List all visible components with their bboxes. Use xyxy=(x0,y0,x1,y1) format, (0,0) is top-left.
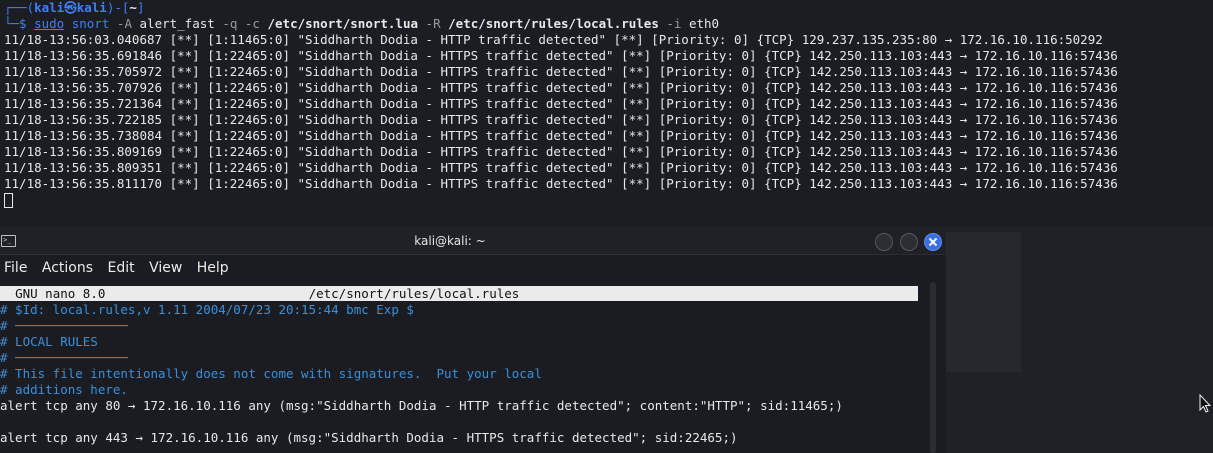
nano-header-bar: GNU nano 8.0 /etc/snort/rules/local.rule… xyxy=(0,286,918,301)
prompt-cwd: ~ xyxy=(129,0,137,15)
sudo-command: sudo xyxy=(34,16,65,31)
command-arg: /etc/snort/snort.lua xyxy=(267,16,419,31)
terminal-cursor xyxy=(4,193,13,208)
menu-actions[interactable]: Actions xyxy=(38,256,99,276)
prompt-line-1: ┌──(kali㉿kali)-[~] xyxy=(4,0,145,15)
menu-view[interactable]: View xyxy=(145,256,188,276)
minimize-button[interactable] xyxy=(875,233,893,251)
nano-rule-line: alert tcp any 80 → 172.16.10.116 any (ms… xyxy=(0,398,843,413)
nano-comment-line: # ─────────────── xyxy=(0,350,128,365)
nano-filename: /etc/snort/rules/local.rules xyxy=(308,286,520,301)
command-arg: alert_fast xyxy=(139,16,215,31)
nano-comment-line: # additions here. xyxy=(0,382,128,397)
alert-line: 11/18-13:56:35.811170 [**] [1:22465:0] "… xyxy=(4,176,1118,191)
snort-terminal[interactable]: ┌──(kali㉿kali)-[~] └─$ sudo snort -A ale… xyxy=(0,0,1213,226)
mouse-pointer-icon xyxy=(1199,394,1211,413)
menu-edit[interactable]: Edit xyxy=(103,256,140,276)
nano-terminal-window[interactable]: >_ kali@kali: ~ File Actions Edit View H… xyxy=(0,230,946,453)
command-arg: -A xyxy=(116,16,132,31)
alert-line: 11/18-13:56:35.691846 [**] [1:22465:0] "… xyxy=(4,48,1118,63)
alert-line: 11/18-13:56:35.707926 [**] [1:22465:0] "… xyxy=(4,80,1118,95)
window-title: kali@kali: ~ xyxy=(414,234,486,248)
nano-comment-line: # This file intentionally does not come … xyxy=(0,366,542,381)
background-panel xyxy=(940,232,1021,372)
terminal-cursor-line xyxy=(0,192,1213,208)
command-arg: eth0 xyxy=(688,16,720,31)
window-titlebar[interactable]: >_ kali@kali: ~ xyxy=(0,230,946,255)
snort-command: snort xyxy=(71,16,110,31)
nano-comment-line: # $Id: local.rules,v 1.11 2004/07/23 20:… xyxy=(0,302,414,317)
menu-help[interactable]: Help xyxy=(193,256,235,276)
prompt-user-host: kali㉿kali xyxy=(34,0,107,15)
nano-rule-line: alert tcp any 443 → 172.16.10.116 any (m… xyxy=(0,430,738,445)
nano-version: GNU nano 8.0 xyxy=(15,286,106,301)
nano-rule-line xyxy=(0,414,930,430)
nano-comment-line: # LOCAL RULES xyxy=(0,334,98,349)
command-line: └─$ sudo snort -A alert_fast -q -c /etc/… xyxy=(4,16,720,31)
alert-line: 11/18-13:56:35.705972 [**] [1:22465:0] "… xyxy=(4,64,1118,79)
command-arg: -c xyxy=(244,16,260,31)
menu-bar: File Actions Edit View Help xyxy=(0,256,946,282)
alert-line: 11/18-13:56:03.040687 [**] [1:11465:0] "… xyxy=(4,32,1103,47)
command-arg: -R xyxy=(425,16,441,31)
alert-line: 11/18-13:56:35.722185 [**] [1:22465:0] "… xyxy=(4,112,1118,127)
alert-line: 11/18-13:56:35.738084 [**] [1:22465:0] "… xyxy=(4,128,1118,143)
alert-line: 11/18-13:56:35.809351 [**] [1:22465:0] "… xyxy=(4,160,1118,175)
close-button[interactable] xyxy=(924,233,942,251)
menu-file[interactable]: File xyxy=(0,256,33,276)
command-args: -A alert_fast -q -c /etc/snort/snort.lua… xyxy=(109,16,719,31)
maximize-button[interactable] xyxy=(900,233,918,251)
scrollbar[interactable] xyxy=(930,282,936,453)
alert-line: 11/18-13:56:35.809169 [**] [1:22465:0] "… xyxy=(4,144,1118,159)
alert-list: 11/18-13:56:03.040687 [**] [1:11465:0] "… xyxy=(0,32,1213,192)
command-arg: /etc/snort/rules/local.rules xyxy=(448,16,659,31)
alert-line: 11/18-13:56:35.721364 [**] [1:22465:0] "… xyxy=(4,96,1118,111)
command-arg: -i xyxy=(666,16,682,31)
nano-comment-line: # ─────────────── xyxy=(0,318,128,333)
command-arg: -q xyxy=(222,16,238,31)
nano-editor[interactable]: # $Id: local.rules,v 1.11 2004/07/23 20:… xyxy=(0,302,930,453)
